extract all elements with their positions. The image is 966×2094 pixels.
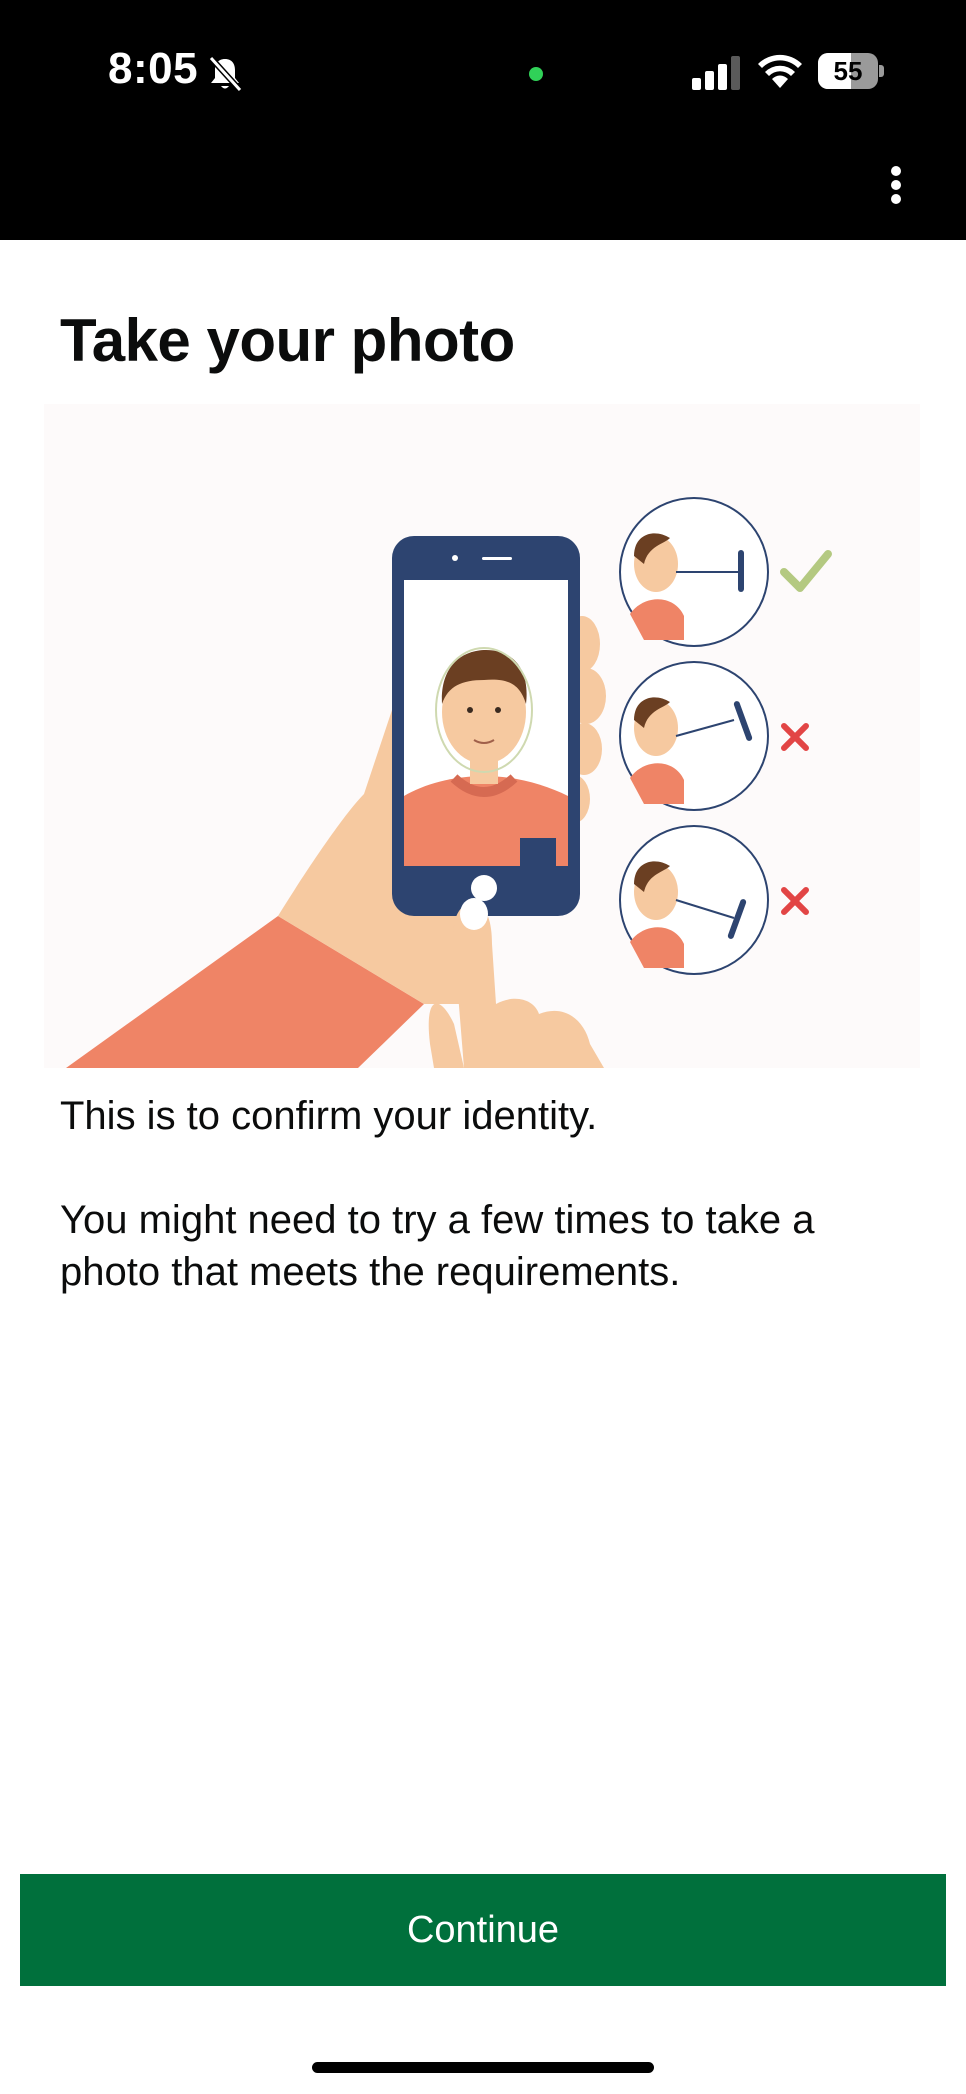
tilted-forward-circle — [619, 825, 769, 975]
phone-home-button — [471, 875, 497, 901]
wifi-icon — [758, 54, 802, 88]
home-indicator — [312, 2062, 654, 2073]
more-vertical-icon[interactable] — [880, 160, 912, 210]
status-time: 8:05 — [108, 44, 199, 93]
tick-icon — [780, 550, 832, 592]
battery-percent: 55 — [833, 56, 863, 86]
correct-angle-circle — [619, 497, 769, 647]
camera-in-use-dot — [529, 67, 543, 81]
continue-button[interactable]: Continue — [20, 1874, 946, 1986]
page-title: Take your photo — [60, 307, 515, 374]
cellular-signal-icon — [692, 56, 740, 90]
bell-slash-icon — [208, 55, 243, 93]
retry-hint-text: You might need to try a few times to tak… — [60, 1198, 815, 1294]
status-bar: 8:05 55 — [0, 0, 966, 240]
confirm-identity-text: This is to confirm your identity. — [60, 1094, 598, 1138]
shutter-frame — [520, 838, 556, 866]
battery-icon: 55 — [818, 53, 884, 89]
cross-icon — [781, 723, 809, 751]
photo-guidance-illustration — [44, 404, 920, 1068]
illustration-svg — [66, 497, 832, 1068]
tilted-back-circle — [619, 661, 769, 811]
cross-icon — [781, 887, 809, 915]
